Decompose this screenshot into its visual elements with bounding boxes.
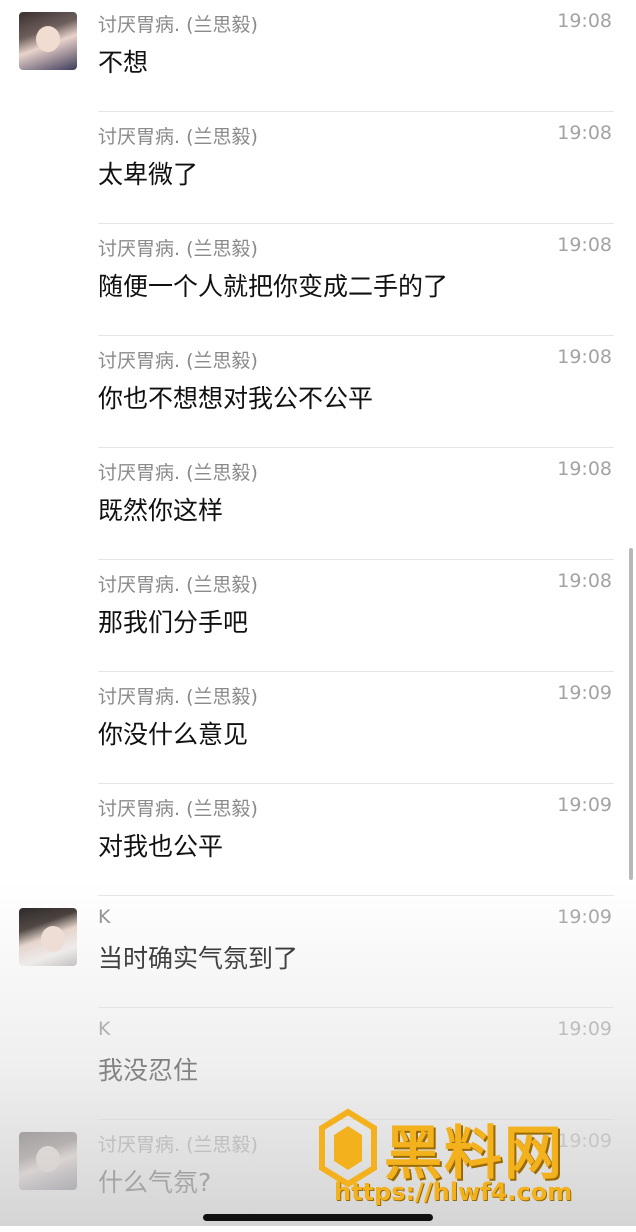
message-text: 你没什么意见 xyxy=(98,720,249,749)
message-text: 太卑微了 xyxy=(98,160,199,189)
message-time: 19:08 xyxy=(557,234,612,256)
message-item[interactable]: 讨厌胃病. (兰思毅) 19:08 那我们分手吧 xyxy=(0,560,636,672)
message-item[interactable]: 讨厌胃病. (兰思毅) 19:09 你没什么意见 xyxy=(0,672,636,784)
message-text: 那我们分手吧 xyxy=(98,608,249,637)
message-time: 19:09 xyxy=(557,906,612,928)
message-item[interactable]: 讨厌胃病. (兰思毅) 19:09 对我也公平 xyxy=(0,784,636,896)
message-item[interactable]: 讨厌胃病. (兰思毅) 19:08 既然你这样 xyxy=(0,448,636,560)
avatar[interactable] xyxy=(19,908,77,966)
message-text: 既然你这样 xyxy=(98,496,224,525)
message-text: 你也不想想对我公不公平 xyxy=(98,384,374,413)
message-item[interactable]: K 19:09 当时确实气氛到了 xyxy=(0,896,636,1008)
message-text: 随便一个人就把你变成二手的了 xyxy=(98,272,449,301)
message-item[interactable]: 讨厌胃病. (兰思毅) 19:08 你也不想想对我公不公平 xyxy=(0,336,636,448)
message-text: 当时确实气氛到了 xyxy=(98,944,299,973)
message-time: 19:08 xyxy=(557,10,612,32)
message-item[interactable]: 讨厌胃病. (兰思毅) 19:08 随便一个人就把你变成二手的了 xyxy=(0,224,636,336)
message-item[interactable]: K 19:09 我没忍住 xyxy=(0,1008,636,1120)
message-time: 19:09 xyxy=(557,794,612,816)
message-time: 19:08 xyxy=(557,458,612,480)
message-text: 我没忍住 xyxy=(98,1056,199,1085)
watermark-logo-icon xyxy=(319,1108,377,1188)
sender-name: 讨厌胃病. (兰思毅) xyxy=(98,686,258,708)
avatar[interactable] xyxy=(19,12,77,70)
message-text: 对我也公平 xyxy=(98,832,224,861)
message-time: 19:09 xyxy=(557,682,612,704)
message-time: 19:08 xyxy=(557,346,612,368)
message-item[interactable]: 讨厌胃病. (兰思毅) 19:08 太卑微了 xyxy=(0,112,636,224)
message-time: 19:08 xyxy=(557,570,612,592)
message-text: 什么气氛? xyxy=(98,1168,212,1197)
sender-name: 讨厌胃病. (兰思毅) xyxy=(98,462,258,484)
message-time: 19:09 xyxy=(557,1018,612,1040)
sender-name: 讨厌胃病. (兰思毅) xyxy=(98,574,258,596)
sender-name: 讨厌胃病. (兰思毅) xyxy=(98,14,258,36)
message-item[interactable]: 讨厌胃病. (兰思毅) 19:08 不想 xyxy=(0,0,636,112)
sender-name: 讨厌胃病. (兰思毅) xyxy=(98,1134,258,1156)
watermark: 黑料网 https://hlwf4.com xyxy=(318,1108,618,1208)
scrollbar[interactable] xyxy=(629,548,633,880)
sender-name: K xyxy=(98,906,111,928)
message-time: 19:08 xyxy=(557,122,612,144)
sender-name: K xyxy=(98,1018,111,1040)
home-indicator[interactable] xyxy=(203,1214,433,1221)
watermark-url: https://hlwf4.com xyxy=(334,1178,573,1206)
avatar[interactable] xyxy=(19,1132,77,1190)
sender-name: 讨厌胃病. (兰思毅) xyxy=(98,798,258,820)
sender-name: 讨厌胃病. (兰思毅) xyxy=(98,126,258,148)
message-list[interactable]: 讨厌胃病. (兰思毅) 19:08 不想 讨厌胃病. (兰思毅) 19:08 太… xyxy=(0,0,636,1232)
sender-name: 讨厌胃病. (兰思毅) xyxy=(98,238,258,260)
message-text: 不想 xyxy=(98,48,149,77)
sender-name: 讨厌胃病. (兰思毅) xyxy=(98,350,258,372)
